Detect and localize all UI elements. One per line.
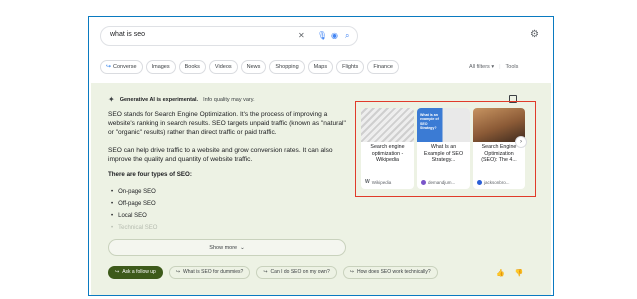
clear-icon[interactable]: ✕: [298, 31, 305, 41]
search-bar[interactable]: what is seo ✕ 🎙 ◉ ⌕: [100, 26, 358, 46]
list-item: On-page SEO: [111, 186, 157, 198]
divider: |: [499, 64, 501, 70]
source-thumbnail: [361, 108, 414, 142]
ai-paragraph-1: SEO stands for Search Engine Optimizatio…: [108, 111, 346, 136]
ask-follow-up-button[interactable]: ↪ Ask a follow up: [108, 266, 163, 279]
ai-overview: ✦ Generative AI is experimental. Info qu…: [91, 83, 551, 295]
followup-chip[interactable]: ↪ What is SEO for dummies?: [168, 266, 251, 279]
camera-icon[interactable]: ◉: [331, 31, 338, 41]
ai-paragraph-2: SEO can help drive traffic to a website …: [108, 147, 333, 163]
types-heading: There are four types of SEO:: [108, 171, 192, 178]
chip-videos[interactable]: Videos: [208, 60, 238, 74]
source-thumbnail: What is an example of SEO Strategy?: [417, 108, 470, 142]
search-icon[interactable]: ⌕: [345, 31, 349, 41]
all-filters-button[interactable]: All filters ▾: [469, 64, 494, 70]
followup-chip[interactable]: ↪ Can I do SEO on my own?: [256, 266, 337, 279]
seo-types-list: On-page SEO Off-page SEO Local SEO Techn…: [111, 186, 157, 234]
source-title: Search engine optimization - Wikipedia: [370, 144, 405, 163]
source-site: jacksonbro...: [477, 180, 510, 185]
chip-converse[interactable]: ↪ Converse: [100, 60, 143, 74]
thumbs-down-icon[interactable]: 👎: [515, 269, 524, 277]
followup-chip[interactable]: ↪ How does SEO work technically?: [342, 266, 438, 279]
source-card[interactable]: Search Engine Optimization (SEO): The 4.…: [473, 108, 525, 189]
list-item: Off-page SEO: [111, 198, 157, 210]
chip-news[interactable]: News: [240, 60, 267, 74]
chip-maps[interactable]: Maps: [307, 60, 334, 74]
source-site: demandjum...: [421, 180, 455, 185]
list-item: Local SEO: [111, 210, 157, 222]
settings-gear-icon[interactable]: ⚙: [530, 29, 539, 40]
favicon-icon: [421, 180, 426, 185]
source-site: W Wikipedia: [365, 179, 392, 185]
followup-chips: ↪ Ask a follow up ↪ What is SEO for dumm…: [108, 266, 438, 279]
experimental-label: Generative AI is experimental.: [119, 96, 199, 103]
chip-flights[interactable]: Flights: [336, 60, 365, 74]
source-card[interactable]: Search engine optimization - Wikipedia W…: [361, 108, 414, 189]
source-title: What Is an Example of SEO Strategy...: [423, 144, 464, 163]
sparkle-icon: ✦: [108, 95, 115, 104]
thumbnail-text: What is an example of SEO Strategy?: [420, 113, 439, 131]
arrow-icon: ↪: [115, 269, 120, 275]
search-tools: All filters ▾ | Tools: [469, 64, 518, 70]
chip-images[interactable]: Images: [145, 60, 176, 74]
arrow-icon: ↪: [175, 269, 181, 275]
arrow-icon: ↪: [263, 269, 268, 275]
arrow-icon: ↪: [349, 269, 354, 275]
chevron-down-icon: ▾: [491, 64, 495, 70]
quality-note: Info quality may vary.: [203, 96, 255, 103]
feedback-buttons: 👍 👎: [496, 269, 523, 277]
source-cards: Search engine optimization - Wikipedia W…: [355, 101, 536, 197]
wikipedia-icon: W: [365, 179, 370, 185]
chevron-down-icon: ⌄: [240, 244, 245, 251]
list-item: Technical SEO: [111, 222, 157, 234]
microphone-icon[interactable]: 🎙: [317, 31, 327, 41]
chip-books[interactable]: Books: [178, 60, 206, 74]
filter-chips: ↪ Converse Images Books Videos News Shop…: [100, 60, 399, 74]
favicon-icon: [477, 180, 482, 185]
source-card[interactable]: What is an example of SEO Strategy? What…: [417, 108, 470, 189]
chip-shopping[interactable]: Shopping: [269, 60, 305, 74]
tools-button[interactable]: Tools: [506, 64, 519, 70]
chip-finance[interactable]: Finance: [367, 60, 399, 74]
browser-frame: what is seo ✕ 🎙 ◉ ⌕ ⚙ ↪ Converse Images …: [88, 16, 554, 296]
show-more-button[interactable]: Show more ⌄: [108, 239, 346, 256]
thumbs-up-icon[interactable]: 👍: [496, 269, 505, 277]
ai-overview-header: ✦ Generative AI is experimental. Info qu…: [108, 95, 255, 104]
converse-icon: ↪: [106, 64, 112, 70]
next-arrow-icon[interactable]: ›: [515, 136, 527, 148]
search-input[interactable]: what is seo: [110, 31, 145, 38]
